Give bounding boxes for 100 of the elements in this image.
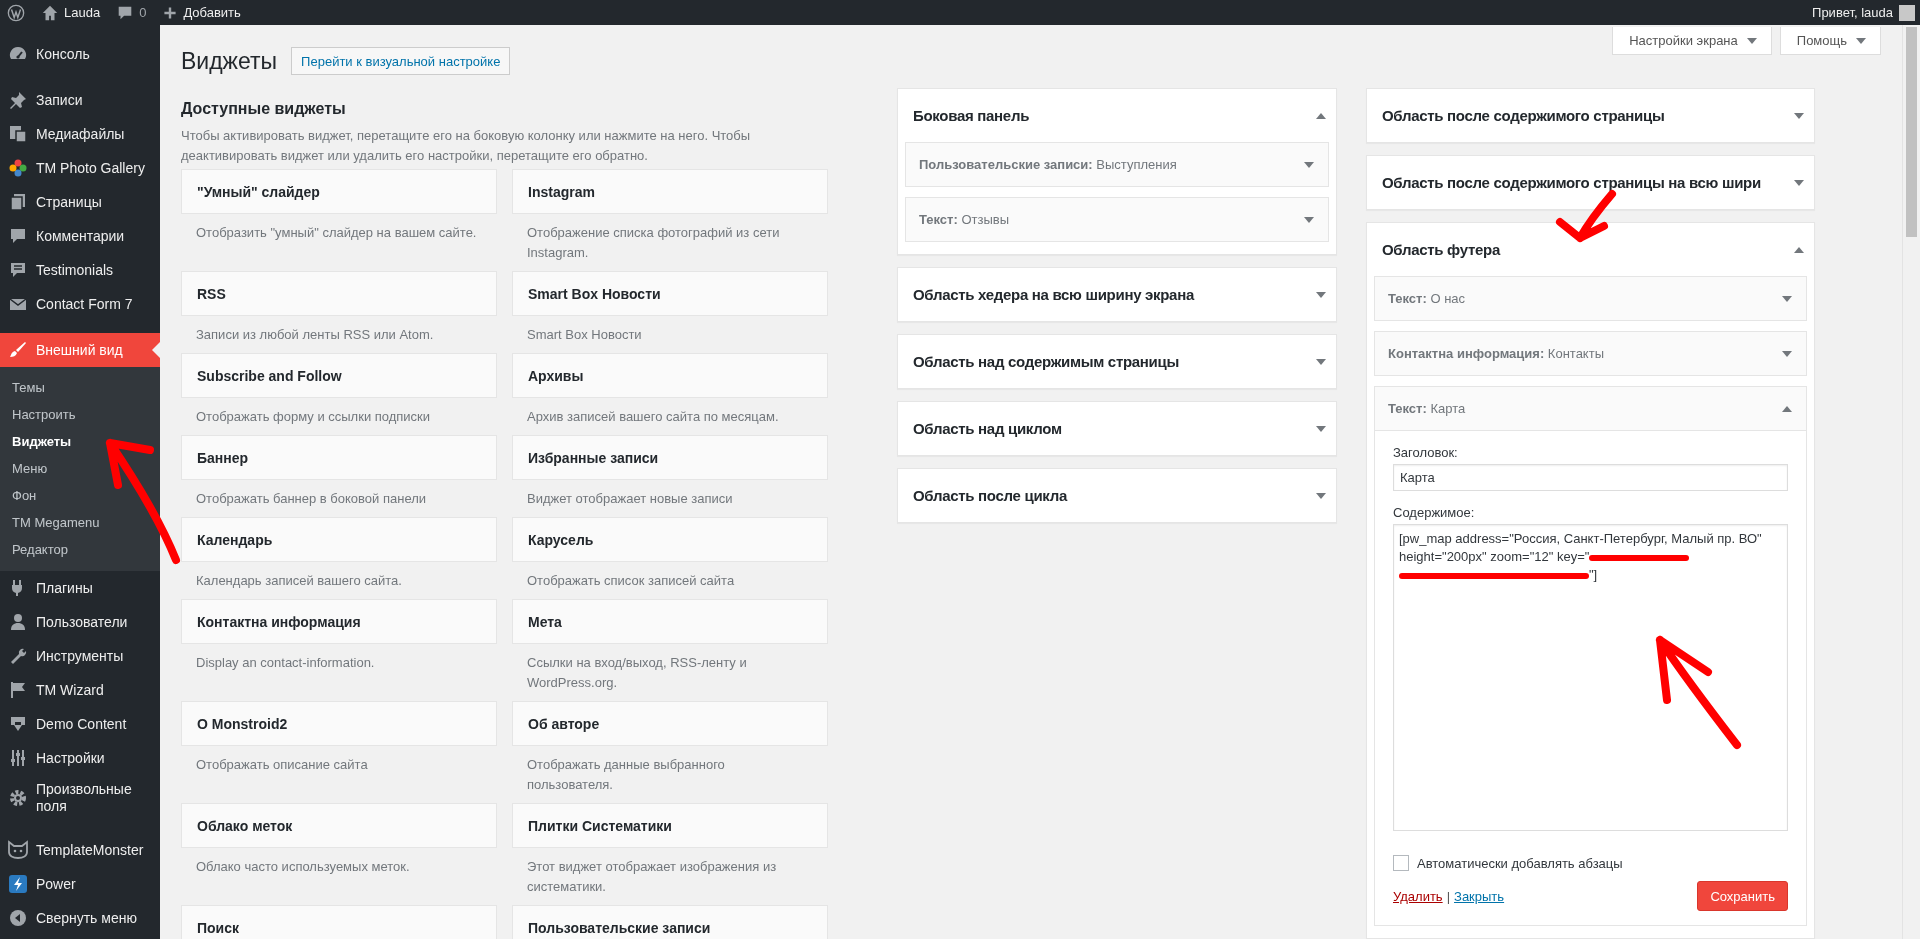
menu-item[interactable]: Contact Form 7 [0, 287, 160, 321]
customize-button[interactable]: Перейти к визуальной настройке [291, 47, 511, 75]
widget-card[interactable]: О Monstroid2 [181, 701, 497, 746]
widget-card[interactable]: Избранные записи [512, 435, 828, 480]
widget-area-title[interactable]: Область после содержимого страницы на всю шири [1382, 172, 1790, 193]
widget-card[interactable]: Пользовательские записи [512, 905, 828, 939]
widget-card[interactable]: Instagram [512, 169, 828, 214]
submenu-item[interactable]: Редактор [0, 536, 160, 563]
title-field[interactable]: Карта [1393, 464, 1788, 491]
close-link[interactable]: Закрыть [1454, 888, 1505, 904]
menu-item[interactable]: TM Photo Gallery [0, 151, 160, 185]
widget-card[interactable]: Поиск [181, 905, 497, 939]
widget-card[interactable]: Subscribe and Follow [181, 353, 497, 398]
caret-icon [1746, 37, 1757, 44]
menu-item[interactable]: Свернуть меню [0, 901, 160, 935]
widget-card[interactable]: "Умный" слайдер [181, 169, 497, 214]
widget-title[interactable]: Текст: Карта [1388, 401, 1782, 416]
site-name-link[interactable]: Lauda [64, 5, 101, 20]
submenu-item[interactable]: Настроить [0, 401, 160, 428]
menu-item[interactable]: Консоль [0, 37, 160, 71]
toggle-arrow-icon[interactable] [1794, 112, 1804, 119]
menu-item[interactable]: Demo Content [0, 707, 160, 741]
menu-item[interactable]: Внешний вид [0, 333, 160, 367]
comments-count[interactable]: 0 [139, 5, 147, 20]
home-icon [41, 3, 59, 22]
content-field[interactable]: [pw_map address="Россия, Санкт-Петербург, Малый пр. ВО" height="200px" zoom="12" key=" "] [1393, 524, 1788, 831]
submenu-item[interactable]: Виджеты [0, 428, 160, 455]
toggle-arrow-icon[interactable] [1304, 161, 1314, 168]
avatar-placeholder [1899, 4, 1915, 21]
widget-description: Записи из любой ленты RSS или Atom. [195, 326, 435, 344]
widget-card[interactable]: Облако меток [181, 803, 497, 848]
widget-description: Ссылки на вход/выход, RSS-ленту и WordPress.org. [526, 654, 748, 692]
menu-item[interactable]: Плагины [0, 571, 160, 605]
submenu-item[interactable]: Меню [0, 455, 160, 482]
toggle-arrow-icon[interactable] [1304, 216, 1314, 223]
menu-item[interactable]: Инструменты [0, 639, 160, 673]
save-button[interactable]: Сохранить [1697, 881, 1788, 911]
widget-area-title[interactable]: Боковая панель [913, 105, 1312, 126]
toggle-arrow-icon[interactable] [1316, 358, 1326, 365]
menu-item[interactable]: TemplateMonster [0, 833, 160, 867]
menu-item[interactable]: Произвольные поля [0, 775, 160, 821]
toggle-arrow-icon[interactable] [1316, 112, 1326, 119]
toggle-arrow-icon[interactable] [1782, 350, 1792, 357]
menu-item[interactable]: Testimonials [0, 253, 160, 287]
submenu-item[interactable]: Темы [0, 374, 160, 401]
toggle-arrow-icon[interactable] [1782, 405, 1792, 412]
widget-title[interactable]: Текст: Отзывы [919, 212, 1304, 227]
scrollbar-thumb[interactable] [1906, 27, 1917, 237]
caret-icon [1856, 37, 1866, 44]
widget-card[interactable]: Контактна информация [181, 599, 497, 644]
widget-card[interactable]: Архивы [512, 353, 828, 398]
toggle-arrow-icon[interactable] [1782, 295, 1792, 302]
widget-title[interactable]: Текст: О нас [1388, 291, 1782, 306]
link-separator: | [1446, 888, 1451, 904]
menu-item[interactable]: Медиафайлы [0, 117, 160, 151]
widget-card[interactable]: Об авторе [512, 701, 828, 746]
menu-item[interactable]: Power [0, 867, 160, 901]
widget-description: Отображение списка фотографий из сети Instagram. [526, 224, 781, 262]
widget-area-title[interactable]: Область хедера на всю ширину экрана [913, 284, 1312, 305]
widget-card[interactable]: Smart Box Новости [512, 271, 828, 316]
annotation-arrow [1556, 190, 1616, 242]
checkbox-label[interactable]: Автоматически добавлять абзацы [1417, 855, 1623, 871]
toggle-arrow-icon[interactable] [1794, 246, 1804, 253]
widget-title[interactable]: Контактна информация: Контакты [1388, 346, 1782, 361]
media-icon [8, 124, 28, 144]
widget-card[interactable]: Мета [512, 599, 828, 644]
menu-item[interactable]: Пользователи [0, 605, 160, 639]
greeting-link[interactable]: Привет, lauda [1812, 5, 1893, 20]
widget-area-title[interactable]: Область футера [1382, 239, 1790, 260]
screen-tab[interactable]: Настройки экрана [1612, 27, 1772, 55]
submenu-item[interactable]: TM Megamenu [0, 509, 160, 536]
widget-area-title[interactable]: Область после цикла [913, 485, 1312, 506]
widget-description: Отображать баннер в боковой панели [195, 490, 428, 508]
widget-card[interactable]: RSS [181, 271, 497, 316]
widget-card[interactable]: Баннер [181, 435, 497, 480]
menu-item[interactable]: Настройки [0, 741, 160, 775]
field-label: Содержимое: [1393, 505, 1476, 520]
toggle-arrow-icon[interactable] [1316, 291, 1326, 298]
new-content-link[interactable]: Добавить [183, 5, 241, 20]
toggle-arrow-icon[interactable] [1316, 425, 1326, 432]
widget-card[interactable]: Плитки Систематики [512, 803, 828, 848]
toggle-arrow-icon[interactable] [1316, 492, 1326, 499]
menu-item[interactable]: TM Wizard [0, 673, 160, 707]
menu-item[interactable]: Страницы [0, 185, 160, 219]
screen-tab[interactable]: Помощь [1779, 27, 1881, 55]
widget-card[interactable]: Календарь [181, 517, 497, 562]
menu-item[interactable]: Записи [0, 83, 160, 117]
checkbox[interactable] [1393, 855, 1409, 871]
widget-description: Отображать данные выбранного пользователя. [526, 756, 726, 794]
widget-description: Архив записей вашего сайта по месяцам. [526, 408, 780, 426]
widget-area-title[interactable]: Область над содержимым страницы [913, 351, 1312, 372]
widget-title[interactable]: Пользовательские записи: Выступления [919, 157, 1304, 172]
submenu-item[interactable]: Фон [0, 482, 160, 509]
widget-card[interactable]: Карусель [512, 517, 828, 562]
menu-item[interactable]: Комментарии [0, 219, 160, 253]
widget-area-title[interactable]: Область после содержимого страницы [1382, 105, 1790, 126]
widget-description: Календарь записей вашего сайта. [195, 572, 403, 590]
toggle-arrow-icon[interactable] [1794, 179, 1804, 186]
delete-link[interactable]: Удалить [1393, 888, 1443, 904]
widget-area-title[interactable]: Область над циклом [913, 418, 1312, 439]
